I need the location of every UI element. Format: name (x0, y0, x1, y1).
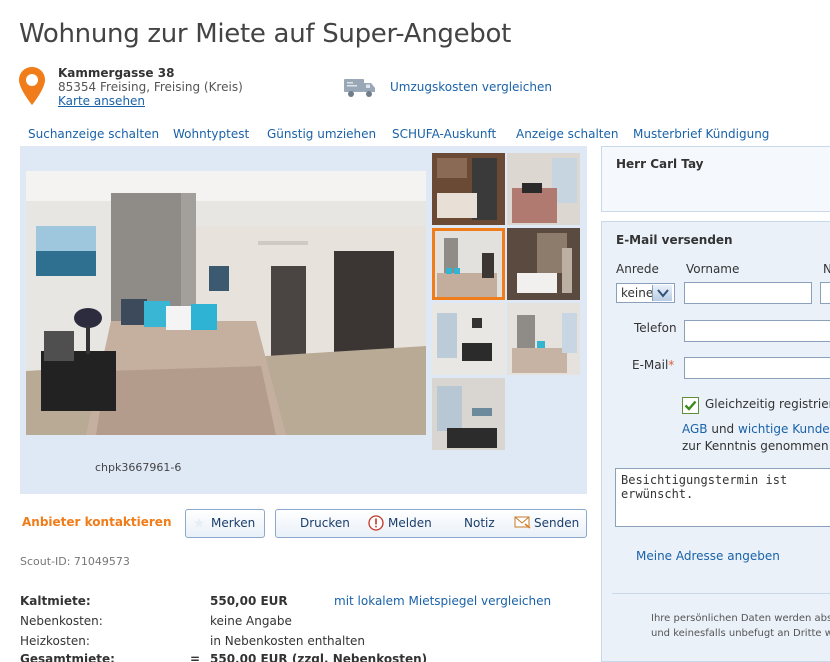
price-label-extra-costs: Nebenkosten: (20, 614, 103, 628)
nav-link-termination-letter[interactable]: Musterbrief Kündigung (633, 127, 769, 141)
privacy-line-1: Ihre persönlichen Daten werden abso (651, 613, 830, 624)
contact-form-title: E-Mail versenden (616, 233, 733, 247)
price-label-cold-rent: Kaltmiete: (20, 594, 91, 608)
agb-and-text: und (707, 422, 738, 436)
salutation-label: Anrede (616, 262, 659, 276)
nav-link-schufa[interactable]: SCHUFA-Auskunft (392, 127, 496, 141)
moving-truck-icon (344, 79, 375, 97)
price-value-heating: in Nebenkosten enthalten (210, 634, 366, 648)
price-value-extra-costs: keine Angabe (210, 614, 292, 628)
phone-label: Telefon (634, 321, 677, 335)
nav-link-housing-test[interactable]: Wohntyptest (173, 127, 249, 141)
moving-costs-link[interactable]: Umzugskosten vergleichen (390, 80, 552, 94)
chevron-down-icon (652, 285, 672, 301)
address-street: Kammergasse 38 (58, 66, 175, 80)
lastname-input[interactable] (820, 282, 830, 304)
email-label-text: E-Mail (632, 358, 669, 372)
lastname-label: N (823, 262, 830, 276)
nav-link-cheap-moving[interactable]: Günstig umziehen (267, 127, 376, 141)
agent-name: Herr Carl Tay (616, 157, 704, 171)
thumbnail-bathroom[interactable] (507, 228, 580, 300)
contact-provider-button[interactable]: Anbieter kontaktieren (22, 515, 172, 529)
my-address-link[interactable]: Meine Adresse angeben (636, 549, 780, 563)
privacy-notice: Ihre persönlichen Daten werden abso und … (651, 611, 830, 641)
price-total-equals: = (190, 652, 201, 662)
register-checkbox[interactable] (682, 397, 699, 414)
warning-icon (368, 515, 384, 531)
report-button[interactable]: Melden (388, 516, 432, 530)
page-title: Wohnung zur Miete auf Super-Angebot (19, 19, 511, 49)
photo-id-caption: chpk3667961-6 (95, 461, 182, 474)
rent-index-link[interactable]: mit lokalem Mietspiegel vergleichen (334, 594, 551, 608)
privacy-line-2: und keinesfalls unbefugt an Dritte we (651, 628, 830, 639)
email-label: E-Mail* (632, 358, 674, 372)
firstname-label: Vorname (686, 262, 740, 276)
send-button[interactable]: Senden (534, 516, 579, 530)
customer-info-link[interactable]: wichtige Kunden (738, 422, 830, 436)
thumbnail-bedroom-selected[interactable] (432, 228, 505, 300)
required-mark: * (668, 358, 675, 372)
location-pin-icon (19, 67, 45, 105)
note-button[interactable]: Notiz (464, 516, 495, 530)
price-value-cold-rent: 550,00 EUR (210, 594, 288, 608)
send-mail-icon (514, 516, 531, 529)
main-photo-bedroom[interactable] (26, 171, 426, 435)
price-label-heating: Heizkosten: (20, 634, 90, 648)
checkmark-icon (684, 400, 697, 411)
address-city: 85354 Freising, Freising (Kreis) (58, 80, 243, 94)
map-link[interactable]: Karte ansehen (58, 94, 145, 108)
phone-input[interactable] (684, 320, 830, 342)
salutation-value: keine (621, 286, 654, 300)
email-input[interactable] (684, 357, 830, 379)
nav-link-search-ad[interactable]: Suchanzeige schalten (28, 127, 159, 141)
print-button[interactable]: Drucken (300, 516, 350, 530)
thumbnail-living-room[interactable] (432, 378, 505, 450)
thumbnail-bedroom-2[interactable] (507, 303, 580, 375)
price-value-total: 550,00 EUR (zzgl. Nebenkosten) (210, 652, 428, 662)
thumbnail-bedroom-window[interactable] (507, 153, 580, 225)
acknowledge-text: zur Kenntnis genommen (682, 439, 829, 453)
thumbnail-living-dining[interactable] (432, 303, 505, 375)
nav-link-place-ad[interactable]: Anzeige schalten (516, 127, 618, 141)
remember-label: Merken (211, 516, 256, 530)
scout-id: Scout-ID: 71049573 (20, 555, 130, 568)
terms-line: AGB und wichtige Kunden (682, 422, 830, 436)
thumbnail-kitchen[interactable] (432, 153, 505, 225)
message-textarea[interactable]: Besichtigungstermin ist erwünscht. (615, 468, 830, 527)
price-label-total: Gesamtmiete: (20, 652, 115, 662)
star-icon (194, 518, 204, 528)
form-divider (612, 593, 830, 594)
register-label: Gleichzeitig registriere (705, 397, 830, 411)
agent-panel (601, 146, 830, 212)
firstname-input[interactable] (684, 282, 812, 304)
agb-link[interactable]: AGB (682, 422, 708, 436)
